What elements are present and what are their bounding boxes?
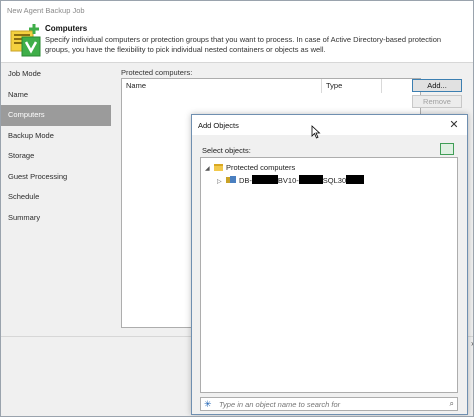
sidebar-item-computers[interactable]: Computers [1, 105, 111, 126]
sidebar-item-storage[interactable]: Storage [1, 146, 111, 167]
window-title: New Agent Backup Job [7, 6, 85, 15]
sidebar-item-backup-mode[interactable]: Backup Mode [1, 126, 111, 147]
tree-node-protected-computers[interactable]: ◢ Protected computers [205, 162, 295, 174]
object-search-input[interactable] [219, 398, 439, 410]
select-objects-label: Select objects: [202, 146, 251, 155]
tree-node-label-part: DB- [239, 176, 252, 185]
remove-button[interactable]: Remove [412, 95, 462, 108]
computers-add-icon [10, 24, 41, 57]
mouse-cursor-icon [311, 125, 321, 139]
column-header-type[interactable]: Type [322, 79, 382, 93]
object-search-box: ✳ ⌕ [200, 397, 458, 411]
tree-node-protection-group[interactable]: ▷ DB- BV10- SQL30 [217, 175, 365, 188]
sidebar-item-summary[interactable]: Summary [1, 208, 111, 229]
sidebar-item-schedule[interactable]: Schedule [1, 187, 111, 208]
objects-tree[interactable]: ◢ Protected computers ▷ DB- BV10- SQL30 [200, 157, 458, 393]
sidebar-item-guest-processing[interactable]: Guest Processing [1, 167, 111, 188]
page-title: Computers [45, 24, 88, 33]
wizard-header: Computers Specify individual computers o… [1, 19, 473, 63]
wizard-steps-sidebar: Job Mode Name Computers Backup Mode Stor… [1, 64, 111, 364]
search-icon[interactable]: ⌕ [450, 399, 454, 409]
backup-job-wizard-window: New Agent Backup Job Computers Specify i… [0, 0, 474, 417]
redacted-block [346, 175, 365, 184]
tree-node-label-part: BV10- [277, 176, 299, 185]
dialog-titlebar[interactable]: Add Objects ✕ [192, 115, 467, 135]
column-header-name[interactable]: Name [122, 79, 322, 93]
protection-group-icon [226, 176, 236, 183]
tree-node-label: Protected computers [226, 163, 296, 172]
close-icon[interactable]: ✕ [447, 118, 461, 132]
redacted-block [298, 175, 323, 184]
tree-node-label-part: SQL30 [322, 176, 347, 185]
dialog-title: Add Objects [198, 121, 239, 130]
chevron-right-icon[interactable]: ▷ [217, 176, 226, 188]
search-filter-icon[interactable]: ✳ [204, 399, 212, 410]
add-objects-dialog: Add Objects ✕ Select objects: ◢ Protected… [191, 114, 468, 415]
window-titlebar[interactable]: New Agent Backup Job [1, 1, 473, 19]
view-toggle-icon[interactable] [440, 143, 454, 155]
protected-computers-label: Protected computers: [121, 68, 193, 77]
folder-icon [214, 164, 223, 171]
chevron-down-icon[interactable]: ◢ [205, 163, 214, 175]
redacted-block [251, 175, 278, 184]
sidebar-item-job-mode[interactable]: Job Mode [1, 64, 111, 85]
add-button[interactable]: Add... [412, 79, 462, 92]
sidebar-item-name[interactable]: Name [1, 85, 111, 106]
page-description: Specify individual computers or protecti… [45, 35, 442, 54]
